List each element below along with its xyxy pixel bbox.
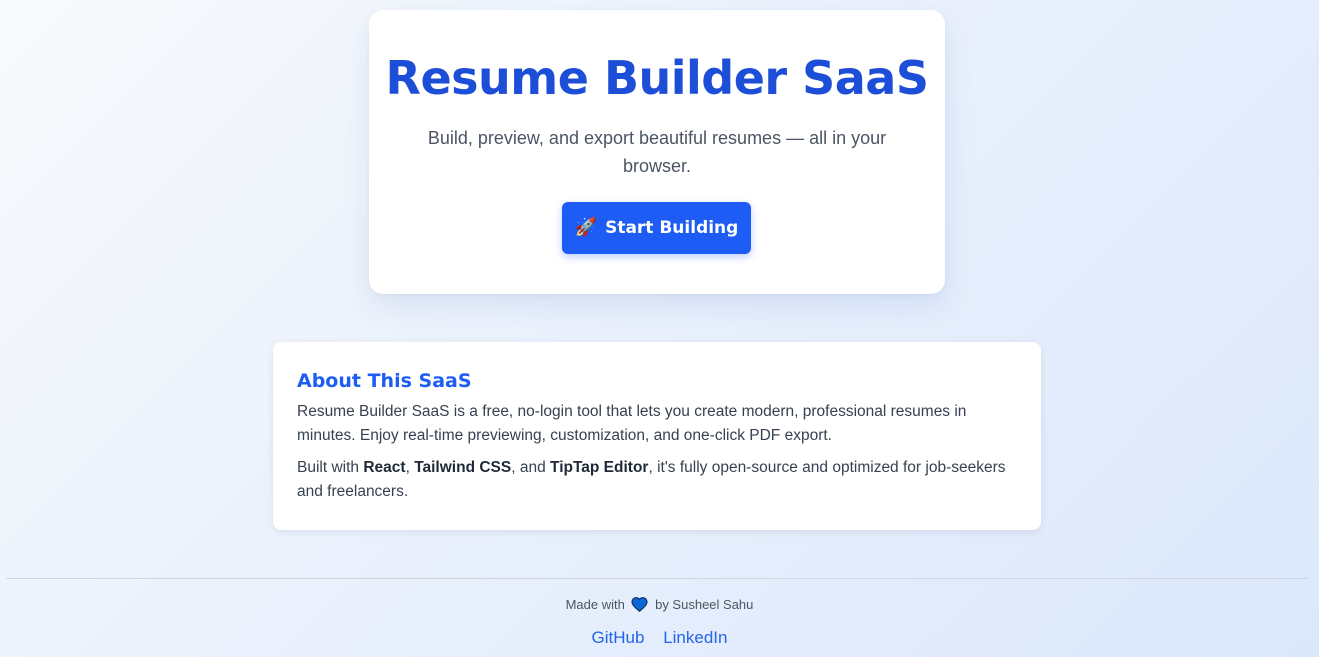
hero-subtitle: Build, preview, and export beautiful res… [427, 128, 887, 176]
made-with-text: Made with [565, 597, 625, 612]
github-link[interactable]: GitHub [592, 628, 645, 647]
about-paragraph-1: Resume Builder SaaS is a free, no-login … [297, 403, 967, 444]
tech-tiptap: TipTap Editor [550, 459, 649, 476]
author-text: by Susheel Sahu [655, 597, 754, 612]
about-sep-1: , [405, 459, 415, 476]
tech-tailwind: Tailwind CSS [414, 459, 512, 476]
about-built-with: Built with [297, 459, 364, 476]
footer-links: GitHub LinkedIn [0, 626, 1319, 650]
about-card: About This SaaS Resume Builder SaaS is a… [273, 342, 1041, 530]
start-building-button[interactable]: 🚀 Start Building [562, 202, 751, 254]
footer-credit: Made with by Susheel Sahu [0, 596, 1319, 617]
hero-card: Resume Builder SaaS Build, preview, and … [369, 10, 945, 294]
tech-react: React [363, 459, 406, 476]
page-title: Resume Builder SaaS [385, 51, 929, 105]
about-heading: About This SaaS [297, 370, 472, 392]
linkedin-link[interactable]: LinkedIn [663, 628, 727, 647]
about-sep-2: , and [511, 459, 550, 476]
footer-divider [6, 578, 1308, 579]
about-paragraph-2: Built with React, Tailwind CSS, and TipT… [297, 456, 1017, 504]
blue-heart-icon [631, 597, 649, 617]
rocket-icon: 🚀 [574, 217, 598, 238]
start-building-label: Start Building [605, 218, 739, 238]
